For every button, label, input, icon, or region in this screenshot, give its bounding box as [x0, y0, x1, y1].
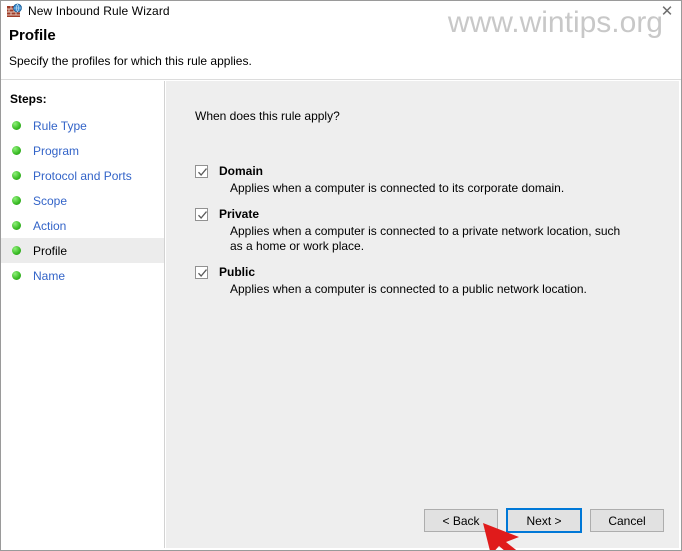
sidebar-item-label: Action [33, 218, 67, 233]
option-public-description: Applies when a computer is connected to … [230, 282, 587, 296]
sidebar-item-program[interactable]: Program [1, 138, 164, 163]
page-subtitle: Specify the profiles for which this rule… [9, 54, 252, 68]
steps-heading: Steps: [10, 92, 47, 106]
sidebar-item-protocol-and-ports[interactable]: Protocol and Ports [1, 163, 164, 188]
sidebar-item-label: Name [33, 268, 66, 283]
checkbox-public[interactable] [195, 265, 208, 279]
checkbox-domain[interactable] [195, 164, 208, 178]
step-bullet-icon [12, 196, 21, 205]
option-public: Public Applies when a computer is connec… [195, 265, 661, 297]
option-private-row[interactable]: Private [195, 207, 661, 221]
next-button[interactable]: Next > [506, 508, 582, 533]
steps-list: Rule Type Program Protocol and Ports Sco… [1, 113, 164, 288]
wizard-header: Profile Specify the profiles for which t… [1, 20, 681, 80]
sidebar-item-profile[interactable]: Profile [1, 238, 164, 263]
sidebar-item-rule-type[interactable]: Rule Type [1, 113, 164, 138]
option-domain: Domain Applies when a computer is connec… [195, 164, 661, 196]
option-private-label: Private [219, 207, 260, 221]
cancel-button[interactable]: Cancel [590, 509, 664, 532]
step-bullet-icon [12, 271, 21, 280]
step-bullet-icon [12, 171, 21, 180]
sidebar-item-label: Program [33, 143, 80, 158]
title-bar: New Inbound Rule Wizard ✕ [1, 1, 681, 20]
profile-options-group: Domain Applies when a computer is connec… [195, 164, 661, 308]
option-public-label: Public [219, 265, 256, 279]
close-icon[interactable]: ✕ [656, 2, 678, 20]
step-bullet-icon [12, 121, 21, 130]
checkbox-private[interactable] [195, 207, 208, 221]
firewall-icon [6, 3, 22, 19]
option-domain-description: Applies when a computer is connected to … [230, 181, 565, 195]
sidebar-item-scope[interactable]: Scope [1, 188, 164, 213]
back-button[interactable]: < Back [424, 509, 498, 532]
step-bullet-icon [12, 221, 21, 230]
question-label: When does this rule apply? [195, 109, 340, 123]
step-bullet-icon [12, 246, 21, 255]
window-title: New Inbound Rule Wizard [28, 3, 170, 18]
checkmark-icon [198, 268, 207, 277]
wizard-content: When does this rule apply? Domain Applie… [166, 81, 679, 548]
checkmark-icon [198, 167, 207, 176]
wizard-footer: < Back Next > Cancel [166, 494, 679, 548]
sidebar-item-name[interactable]: Name [1, 263, 164, 288]
option-private: Private Applies when a computer is conne… [195, 207, 661, 254]
wizard-window: New Inbound Rule Wizard ✕ www.wintips.or… [0, 0, 682, 551]
sidebar-item-label: Scope [33, 193, 68, 208]
page-title: Profile [9, 27, 56, 44]
option-public-row[interactable]: Public [195, 265, 661, 279]
steps-sidebar: Steps: Rule Type Program Protocol and Po… [1, 81, 165, 548]
sidebar-item-action[interactable]: Action [1, 213, 164, 238]
sidebar-item-label: Profile [33, 243, 68, 258]
option-private-description: Applies when a computer is connected to … [230, 224, 621, 253]
option-domain-label: Domain [219, 164, 264, 178]
step-bullet-icon [12, 146, 21, 155]
checkmark-icon [198, 210, 207, 219]
sidebar-item-label: Rule Type [33, 118, 87, 133]
option-domain-row[interactable]: Domain [195, 164, 661, 178]
sidebar-item-label: Protocol and Ports [33, 168, 132, 183]
